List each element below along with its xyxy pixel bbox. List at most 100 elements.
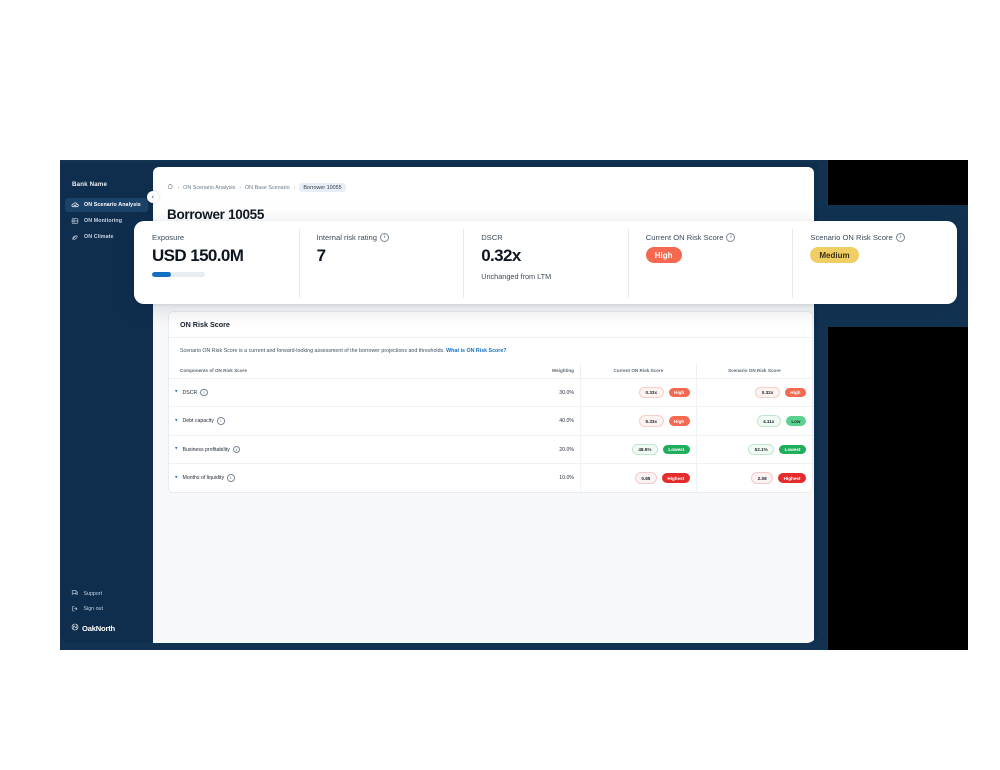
sidebar-item-sign-out[interactable]: Sign out	[65, 605, 148, 615]
info-icon[interactable]: i	[232, 445, 241, 454]
kpi-label-text: Scenario ON Risk Score	[810, 233, 893, 242]
column-header-scenario: Scenario ON Risk Score	[695, 363, 812, 379]
row-expand-chevron-down-icon[interactable]: ▾	[175, 475, 178, 480]
component-name: Months of liquidity i	[183, 474, 235, 482]
component-label: Debt capacity	[182, 418, 214, 425]
cell-scenario-score: 2.08 Highest	[695, 463, 812, 492]
sidebar-collapse-button[interactable]	[147, 191, 159, 203]
kpi-value: 0.32x	[481, 246, 521, 265]
current-score-value: 5.33x	[639, 415, 664, 427]
info-icon[interactable]: i	[895, 233, 905, 242]
oaknorth-logo: OakNorth	[65, 620, 148, 633]
table-row: ▾ Debt capacity i 40.0% 5.33x High 4.11x…	[169, 406, 812, 436]
sidebar-footer: Support Sign out OakNorth	[60, 589, 153, 643]
kpi-label-text: Exposure	[152, 233, 185, 242]
sidebar-item-support[interactable]: Support	[65, 589, 148, 599]
breadcrumb-separator: ›	[239, 184, 241, 191]
sidebar-footer-label: Sign out	[83, 606, 103, 613]
support-chat-icon	[71, 589, 79, 599]
scenario-score-value: 4.11x	[756, 415, 781, 427]
cell-scenario-score: 0.32x High	[695, 378, 812, 408]
kpi-value: USD 150.0M	[152, 246, 244, 265]
kpi-subtext: Unchanged from LTM	[481, 272, 552, 281]
cell-weighting: 30.0%	[464, 378, 581, 408]
kpi-dscr: DSCR 0.32x Unchanged from LTM	[463, 229, 628, 304]
current-score-tag: High	[668, 416, 690, 426]
scenario-score-tag: Low	[785, 416, 806, 426]
scenario-risk-score-badge: Medium	[810, 247, 859, 263]
info-icon[interactable]: i	[200, 388, 208, 397]
kpi-value: 7	[316, 246, 326, 265]
risk-description-text: Scenario ON Risk Score is a current and …	[180, 348, 445, 354]
scenario-score-value: 52.1%	[748, 443, 775, 456]
component-label: Business profitability	[182, 446, 230, 453]
exposure-progress-bar	[152, 272, 205, 277]
kpi-label-text: Internal risk rating	[316, 233, 377, 242]
kpi-summary-card: Exposure USD 150.0M Internal risk rating…	[134, 221, 957, 304]
risk-panel-title: ON Risk Score	[169, 312, 812, 338]
brand-label: OakNorth	[82, 623, 115, 633]
info-icon[interactable]: i	[726, 233, 736, 242]
sidebar-item-label: ON Scenario Analysis	[84, 202, 141, 208]
component-label: DSCR	[182, 389, 198, 396]
scenario-score-value: 2.08	[751, 472, 774, 484]
row-expand-chevron-down-icon[interactable]: ▾	[175, 418, 178, 423]
column-header-component: Components of ON Risk Score	[169, 363, 465, 379]
current-score-tag: Highest	[661, 473, 690, 483]
info-icon[interactable]: i	[216, 417, 225, 425]
sidebar-footer-label: Support	[83, 590, 103, 597]
row-expand-chevron-down-icon[interactable]: ▾	[175, 446, 178, 452]
cell-current-score: 48.5% Lowest	[580, 435, 697, 465]
breadcrumb-item-borrower-10055[interactable]: Borrower 10055	[299, 183, 346, 192]
page-title: Borrower 10055	[167, 207, 265, 223]
current-score-tag: High	[668, 387, 690, 398]
sidebar-item-label: ON Monitoring	[84, 218, 123, 224]
component-name: Debt capacity i	[183, 417, 225, 425]
kpi-label: DSCR	[481, 233, 610, 242]
kpi-current-on-risk-score: Current ON Risk Score i High	[627, 229, 793, 304]
risk-components-table: Components of ON Risk Score Weighting Cu…	[169, 363, 812, 492]
cell-current-score: 0.33x High	[580, 378, 697, 408]
what-is-on-risk-score-link[interactable]: What is ON Risk Score?	[446, 348, 506, 354]
scenario-score-tag: Highest	[778, 473, 806, 483]
kpi-scenario-on-risk-score: Scenario ON Risk Score i Medium	[792, 229, 957, 304]
kpi-label-text: Current ON Risk Score	[645, 233, 724, 242]
on-risk-score-panel: ON Risk Score Scenario ON Risk Score is …	[168, 311, 813, 493]
info-icon[interactable]: i	[227, 474, 235, 482]
decorative-block-bottom	[828, 327, 968, 650]
cell-weighting: 40.0%	[464, 406, 581, 436]
column-header-current: Current ON Risk Score	[580, 363, 697, 379]
sidebar-item-on-scenario-analysis[interactable]: ON Scenario Analysis	[65, 198, 148, 212]
cloud-chart-icon	[71, 201, 79, 209]
cell-weighting: 20.0%	[464, 435, 581, 465]
scenario-score-tag: Lowest	[779, 444, 806, 455]
row-expand-chevron-down-icon[interactable]: ▾	[175, 389, 178, 395]
breadcrumb: › ON Scenario Analysis › ON Base Scenari…	[153, 167, 814, 192]
cell-scenario-score: 52.1% Lowest	[695, 435, 812, 465]
component-label: Months of liquidity	[182, 475, 225, 482]
info-icon[interactable]: i	[379, 233, 389, 242]
component-name: DSCR i	[182, 388, 208, 397]
exposure-progress-fill	[152, 272, 171, 277]
sidebar-item-label: ON Climate	[84, 234, 114, 240]
kpi-label: Current ON Risk Score i	[646, 233, 775, 242]
scenario-score-tag: High	[784, 387, 806, 398]
breadcrumb-item-on-base-scenario[interactable]: ON Base Scenario	[245, 185, 290, 191]
kpi-label: Exposure	[152, 233, 281, 242]
decorative-block-top	[828, 160, 968, 205]
home-icon[interactable]	[167, 183, 174, 192]
cell-current-score: 0.85 Highest	[580, 463, 697, 492]
kpi-label: Scenario ON Risk Score i	[810, 233, 939, 242]
climate-leaf-icon	[71, 233, 79, 241]
current-score-value: 48.5%	[631, 443, 658, 456]
monitor-icon	[71, 217, 79, 225]
table-row: ▾ Months of liquidity i 10.0% 0.85 Highe…	[169, 463, 812, 492]
kpi-label: Internal risk rating i	[317, 233, 446, 242]
current-score-value: 0.85	[634, 472, 657, 484]
cell-scenario-score: 4.11x Low	[695, 406, 812, 436]
chevron-left-icon	[151, 195, 154, 199]
table-row: ▾ DSCR i 30.0% 0.33x High 0.32x High	[169, 378, 812, 408]
bank-name: Bank Name	[72, 181, 108, 188]
kpi-exposure: Exposure USD 150.0M	[134, 233, 299, 304]
breadcrumb-item-on-scenario-analysis[interactable]: ON Scenario Analysis	[183, 185, 235, 191]
